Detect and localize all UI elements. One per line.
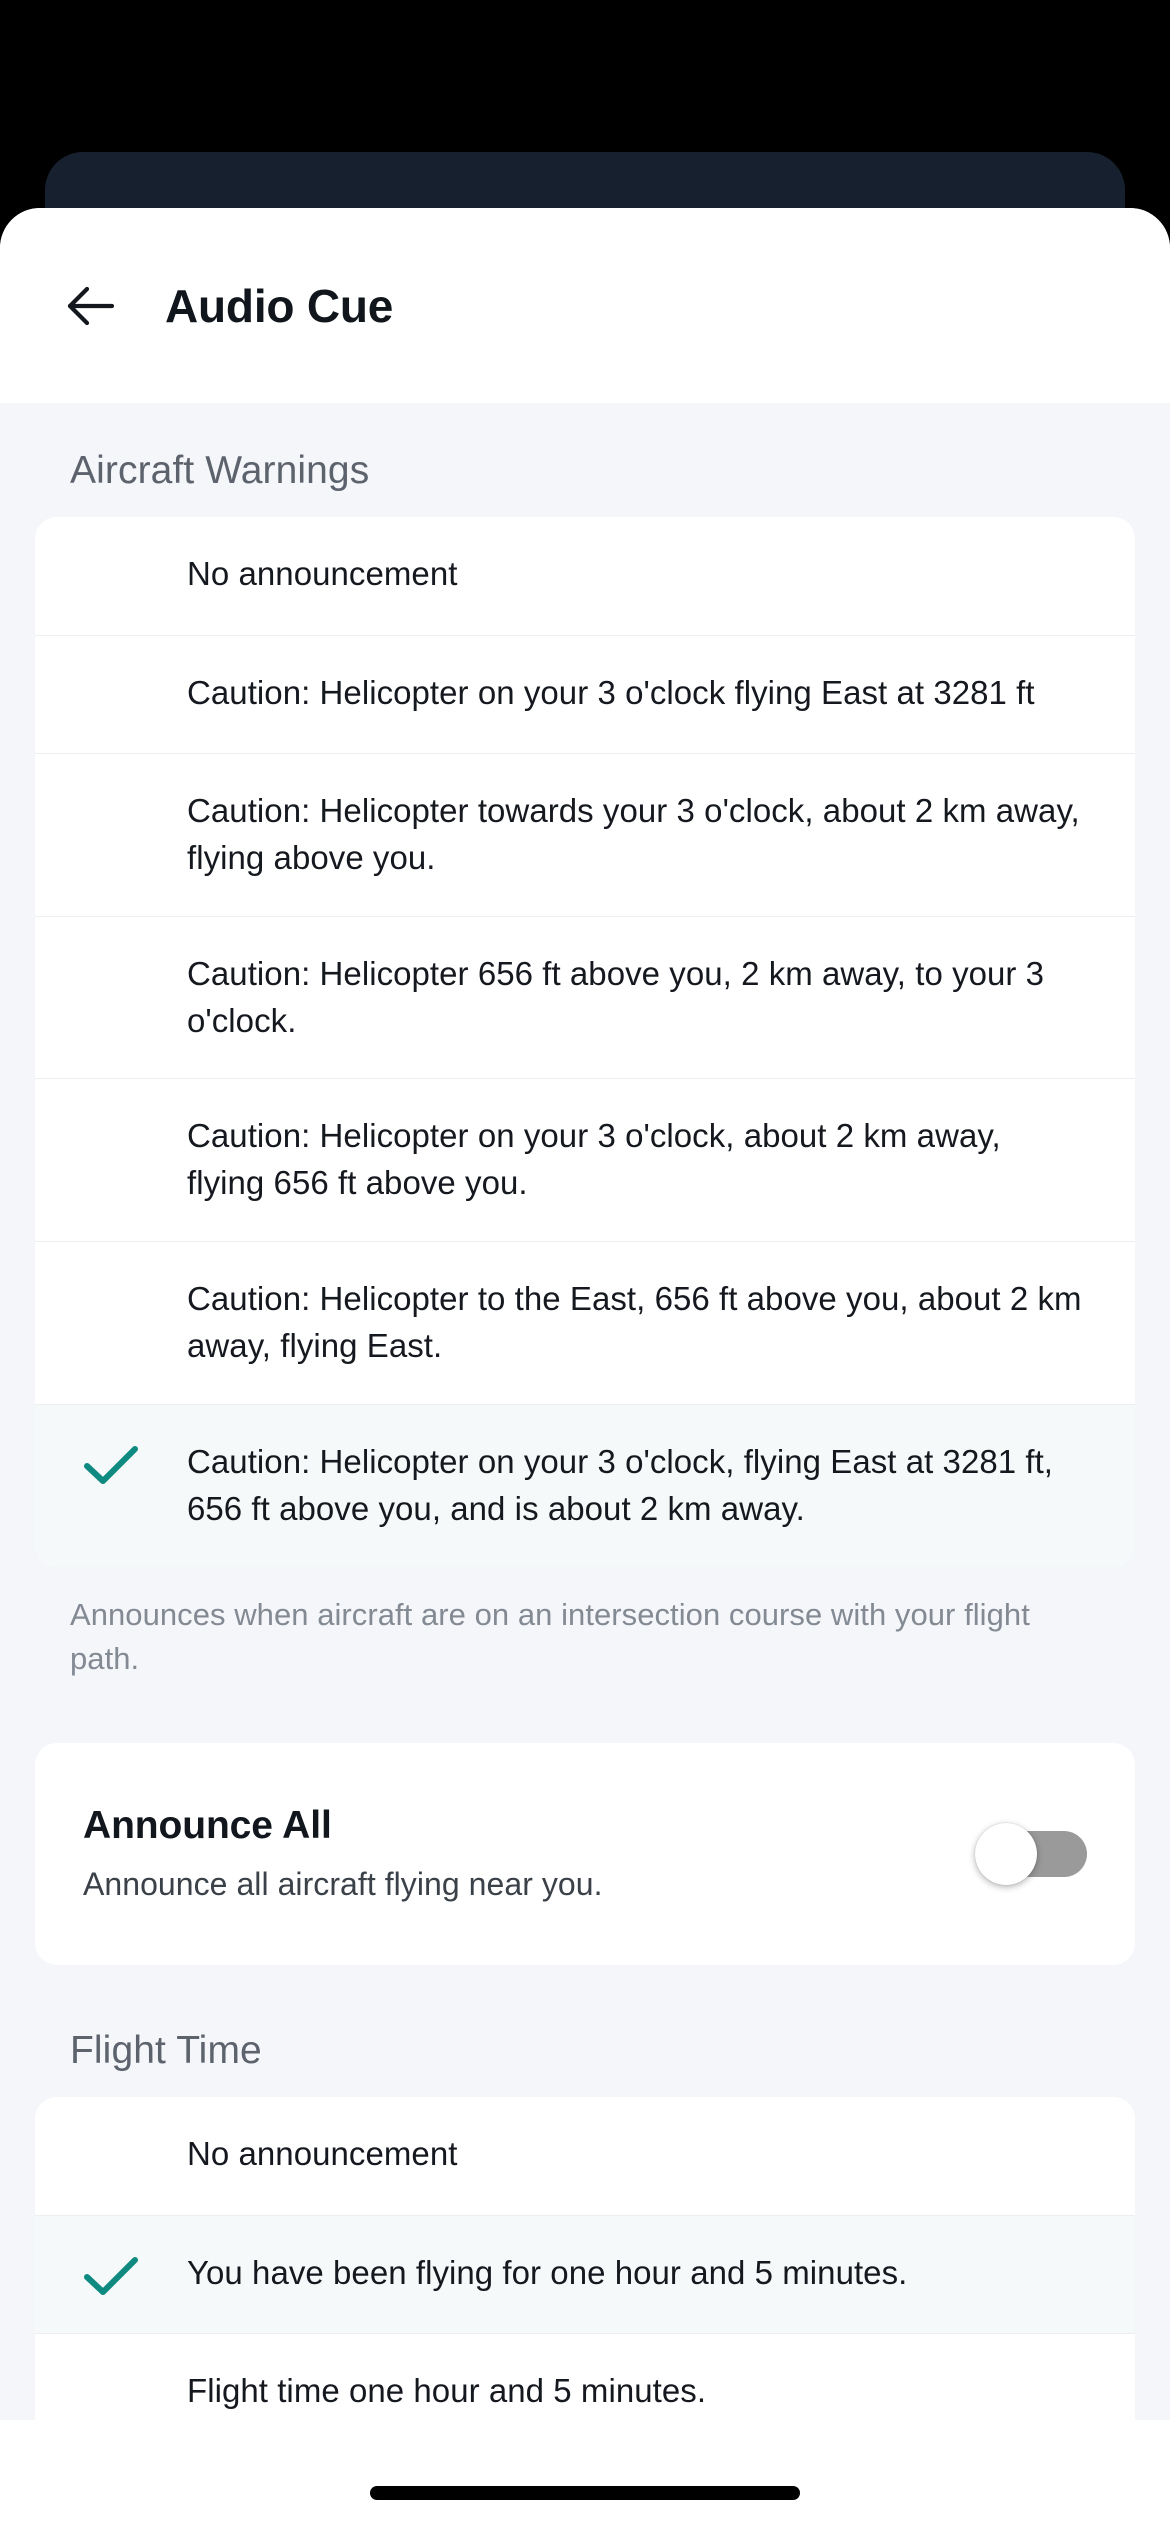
- flight-time-option-row-no-announcement[interactable]: No announcement: [35, 2096, 1135, 2215]
- settings-scroll-area[interactable]: Aircraft Warnings No announcement Cautio…: [0, 403, 1170, 2532]
- check-slot: [35, 2250, 187, 2298]
- option-row-4[interactable]: Caution: Helicopter on your 3 o'clock, a…: [35, 1078, 1135, 1242]
- check-slot: [35, 1439, 187, 1487]
- option-label: Flight time one hour and 5 minutes.: [187, 2371, 707, 2409]
- option-label: No announcement: [187, 2134, 458, 2172]
- option-label: You have been flying for one hour and 5 …: [187, 2253, 908, 2291]
- check-icon: [83, 2254, 139, 2298]
- home-indicator-area: [0, 2420, 1170, 2532]
- option-row-2[interactable]: Caution: Helicopter towards your 3 o'clo…: [35, 753, 1135, 916]
- section-header-flight-time: Flight Time: [70, 2028, 262, 2072]
- check-icon: [83, 1443, 139, 1487]
- option-label: Caution: Helicopter to the East, 656 ft …: [187, 1280, 1082, 1365]
- check-slot: [35, 670, 187, 674]
- option-row-no-announcement[interactable]: No announcement: [35, 517, 1135, 635]
- section-header-aircraft-warnings: Aircraft Warnings: [70, 449, 370, 492]
- audio-cue-sheet: Audio Cue Aircraft Warnings No announcem…: [0, 208, 1170, 2532]
- check-slot: [35, 1113, 187, 1117]
- option-label: Caution: Helicopter on your 3 o'clock, a…: [187, 1117, 1001, 1202]
- announce-all-subtitle: Announce all aircraft flying near you.: [83, 1866, 603, 1903]
- home-indicator[interactable]: [370, 2486, 800, 2500]
- announce-all-texts: Announce All Announce all aircraft flyin…: [83, 1804, 975, 1903]
- announce-all-title: Announce All: [83, 1804, 332, 1848]
- check-slot: [35, 2368, 187, 2372]
- check-slot: [35, 2131, 187, 2135]
- aircraft-warnings-footnote: Announces when aircraft are on an inters…: [70, 1596, 1030, 1676]
- app-bar: Audio Cue: [0, 208, 1170, 403]
- arrow-left-icon: [66, 284, 116, 328]
- phone-screen: Audio Cue Aircraft Warnings No announcem…: [0, 0, 1170, 2532]
- announce-all-card[interactable]: Announce All Announce all aircraft flyin…: [35, 1742, 1135, 1965]
- option-row-6-selected[interactable]: Caution: Helicopter on your 3 o'clock, f…: [35, 1403, 1135, 1567]
- announce-all-toggle[interactable]: [975, 1822, 1087, 1885]
- option-label: Caution: Helicopter on your 3 o'clock fl…: [187, 674, 1035, 711]
- check-slot: [35, 1276, 187, 1280]
- check-slot: [35, 788, 187, 792]
- option-row-1[interactable]: Caution: Helicopter on your 3 o'clock fl…: [35, 635, 1135, 753]
- page-title: Audio Cue: [165, 279, 394, 332]
- option-row-3[interactable]: Caution: Helicopter 656 ft above you, 2 …: [35, 915, 1135, 1079]
- aircraft-warnings-option-card: No announcement Caution: Helicopter on y…: [35, 517, 1135, 1567]
- back-button[interactable]: [62, 277, 120, 335]
- option-label: No announcement: [187, 555, 458, 592]
- option-label: Caution: Helicopter on your 3 o'clock, f…: [187, 1442, 1054, 1527]
- option-row-5[interactable]: Caution: Helicopter to the East, 656 ft …: [35, 1241, 1135, 1404]
- flight-time-option-row-1-selected[interactable]: You have been flying for one hour and 5 …: [35, 2214, 1135, 2333]
- option-label: Caution: Helicopter 656 ft above you, 2 …: [187, 954, 1045, 1039]
- option-label: Caution: Helicopter towards your 3 o'clo…: [187, 792, 1080, 876]
- check-slot: [35, 551, 187, 555]
- toggle-knob: [975, 1822, 1037, 1885]
- flight-time-option-card: No announcement You have been flying for…: [35, 2096, 1135, 2451]
- check-slot: [35, 951, 187, 955]
